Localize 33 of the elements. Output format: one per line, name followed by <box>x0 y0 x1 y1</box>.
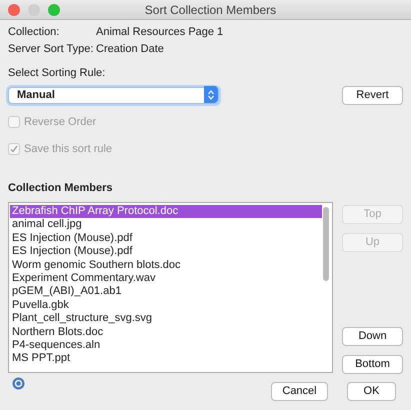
list-item[interactable]: ES Injection (Mouse).pdf <box>10 232 322 246</box>
list-item[interactable]: Experiment Commentary.wav <box>10 272 322 286</box>
move-button[interactable]: Bottom <box>342 355 403 374</box>
revert-button[interactable]: Revert <box>342 86 403 104</box>
help-icon[interactable] <box>12 377 25 390</box>
list-item[interactable]: Zebrafish ChIP Array Protocol.doc <box>10 205 322 218</box>
cancel-button[interactable]: Cancel <box>271 382 328 401</box>
list-item[interactable]: MS PPT.ppt <box>10 352 322 366</box>
list-item[interactable]: pGEM_(ABI)_A01.ab1 <box>10 285 322 299</box>
list-item[interactable]: P4-sequences.aln <box>10 338 322 352</box>
window-title: Sort Collection Members <box>144 2 278 18</box>
list-item[interactable]: Plant_cell_structure_svg.svg <box>10 312 322 326</box>
field-label: Server Sort Type: <box>8 42 94 58</box>
checkbox-label: Reverse Order <box>24 114 96 130</box>
dropdown-arrows-icon <box>208 90 214 100</box>
list-item[interactable]: ES Injection (Mouse).pdf <box>10 245 322 259</box>
minimize-button[interactable] <box>28 4 40 16</box>
list-item[interactable]: Worm genomic Southern blots.doc <box>10 258 322 272</box>
field-label: Select Sorting Rule: <box>8 66 106 81</box>
list-item[interactable]: Northern Blots.doc <box>10 326 322 339</box>
ok-button[interactable]: OK <box>347 382 396 401</box>
sorting-rule-dropdown[interactable]: Manual <box>8 86 219 104</box>
checkbox-label: Save this sort rule <box>24 142 112 157</box>
field-value: Creation Date <box>96 42 164 58</box>
field-label: Collection: <box>8 25 60 40</box>
field-value: Animal Resources Page 1 <box>96 25 224 40</box>
scrollbar-thumb[interactable] <box>323 207 329 281</box>
list-item[interactable]: Puvella.gbk <box>10 298 322 312</box>
zoom-button[interactable] <box>48 4 60 16</box>
list-item[interactable]: animal cell.jpg <box>10 218 322 232</box>
close-button[interactable] <box>8 4 20 16</box>
section-heading: Collection Members <box>8 180 114 196</box>
move-button[interactable]: Down <box>342 327 403 346</box>
